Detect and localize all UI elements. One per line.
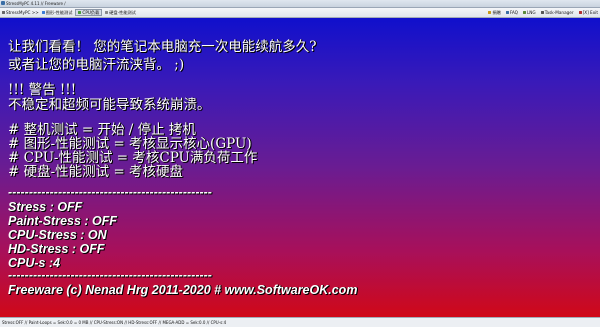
menu-label: CPU负载 xyxy=(82,10,100,15)
window-title: StressMyPC 4.11 // Freeware / xyxy=(6,1,66,6)
menu-graphics-test[interactable]: 图形-性能测试 xyxy=(41,8,73,17)
menu-language[interactable]: LNG xyxy=(522,8,536,17)
hotkey-disk-test: # 硬盘-性能测试 = 考核硬盘 xyxy=(8,164,184,180)
status-hd-stress: HD-Stress : OFF xyxy=(8,242,105,256)
menu-label: 捐赠 xyxy=(492,10,501,15)
status-paint-stress: Paint-Stress : OFF xyxy=(8,214,118,228)
intro-line-2: 或者让您的电脑汗流浃背。 ;) xyxy=(8,57,185,73)
window-title-bar: StressMyPC 4.11 // Freeware / xyxy=(0,0,600,8)
intro-line-1: 让我们看看！ 您的笔记本电脑充一次电能续航多久? xyxy=(8,39,317,55)
menu-label: 硬盘-性能测试 xyxy=(109,10,136,15)
language-icon xyxy=(522,11,526,14)
status-bar-text: Stress:OFF // Paint-Loops = Sek:0.0 = 0 … xyxy=(2,320,227,325)
menu-label: 图形-性能测试 xyxy=(45,10,73,15)
separator-top: ----------------------------------------… xyxy=(8,185,212,199)
menu-faq[interactable]: FAQ xyxy=(505,8,518,17)
stress-display-area: 让我们看看！ 您的笔记本电脑充一次电能续航多久? 或者让您的电脑汗流浃背。 ;)… xyxy=(0,18,600,317)
help-icon xyxy=(505,11,509,14)
menu-cpu-load[interactable]: CPU负载 xyxy=(75,9,103,16)
donate-icon xyxy=(488,11,492,14)
disk-icon xyxy=(105,11,109,14)
app-icon xyxy=(1,1,5,5)
warning-text: 不稳定和超频可能导致系统崩溃。 xyxy=(8,97,211,113)
cpu-icon xyxy=(78,11,82,14)
menu-task-manager[interactable]: Task-Manager xyxy=(540,8,574,17)
menu-label: [X] Exit xyxy=(582,10,598,15)
menu-label: LNG xyxy=(526,10,536,15)
menu-stressmypc[interactable]: StressMyPC >> xyxy=(2,8,39,17)
task-manager-icon xyxy=(540,11,544,14)
menu-bar: StressMyPC >> 图形-性能测试 CPU负载 硬盘-性能测试 捐赠 F… xyxy=(0,8,600,18)
status-cpu-stress: CPU-Stress : ON xyxy=(8,228,107,242)
menu-disk-test[interactable]: 硬盘-性能测试 xyxy=(105,8,136,17)
graphics-icon xyxy=(41,11,45,14)
menu-donate[interactable]: 捐赠 xyxy=(488,8,501,17)
menu-label: FAQ xyxy=(509,10,518,15)
status-stress: Stress : OFF xyxy=(8,200,83,214)
app-icon xyxy=(2,11,5,14)
exit-icon xyxy=(578,11,582,14)
menu-exit[interactable]: [X] Exit xyxy=(578,8,598,17)
menu-label: Task-Manager xyxy=(544,10,574,15)
status-bar: Stress:OFF // Paint-Loops = Sek:0.0 = 0 … xyxy=(0,317,600,327)
separator-bottom: ----------------------------------------… xyxy=(8,268,212,282)
footer-credit: Freeware (c) Nenad Hrg 2011-2020 # www.S… xyxy=(8,283,358,297)
menu-label: StressMyPC >> xyxy=(6,10,39,15)
